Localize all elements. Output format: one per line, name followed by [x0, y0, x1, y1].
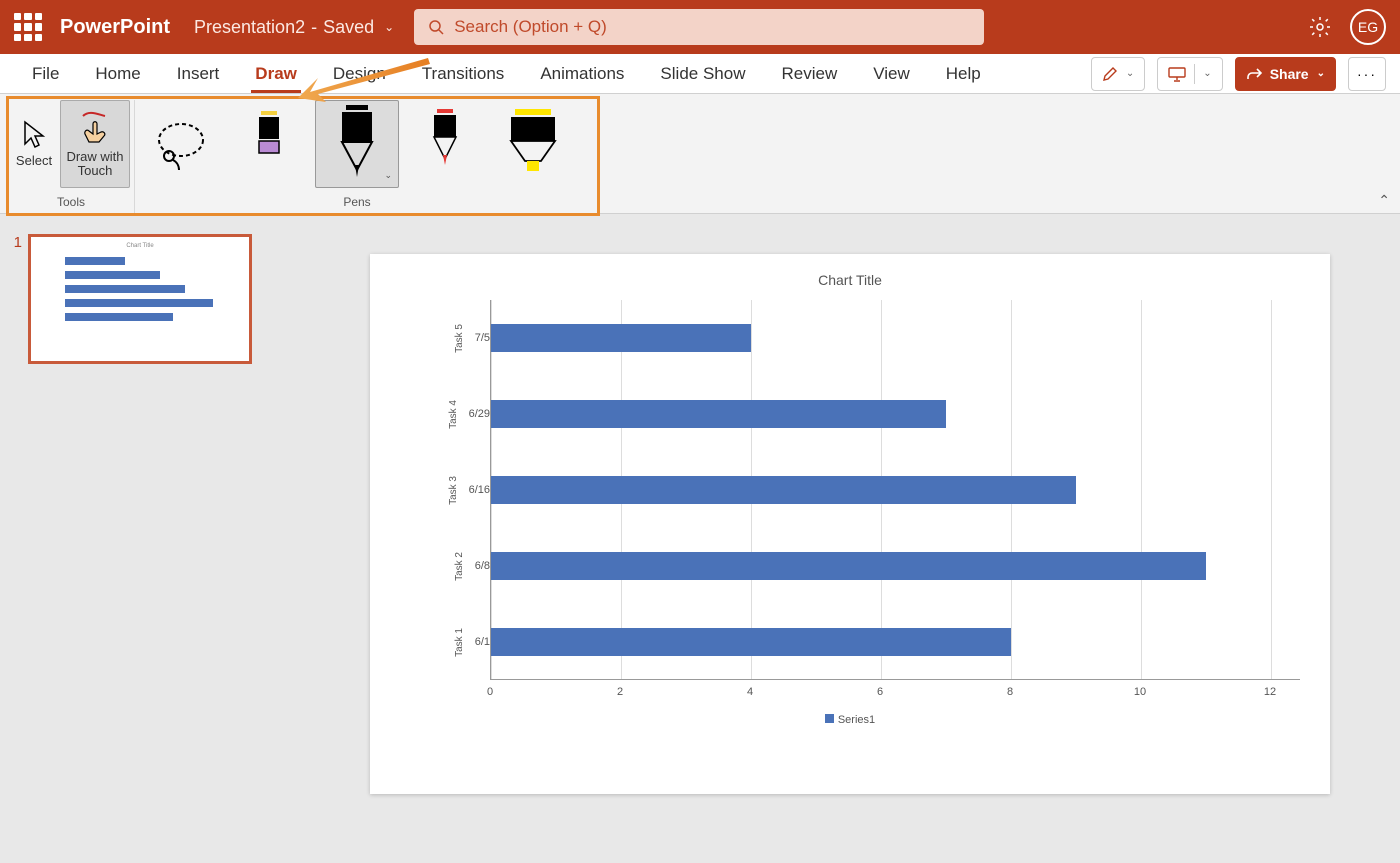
x-tick-label: 4	[747, 686, 753, 698]
slide-thumbnail-1[interactable]: Chart Title	[28, 234, 252, 364]
title-bar: PowerPoint Presentation2 - Saved ⌄ Searc…	[0, 0, 1400, 54]
chevron-down-icon: ⌄	[384, 170, 392, 181]
y-category-label: Task 16/1	[400, 613, 490, 671]
workspace: 1 Chart Title Chart Title Task 57/5Task …	[0, 214, 1400, 863]
more-button[interactable]: ···	[1348, 57, 1386, 91]
pen-purple-button[interactable]	[227, 100, 311, 188]
highlighter-yellow-button[interactable]	[491, 100, 575, 188]
draw-with-touch-button[interactable]: Draw with Touch	[60, 100, 130, 188]
x-tick-label: 0	[487, 686, 493, 698]
pen-icon	[251, 109, 287, 179]
x-tick-label: 10	[1134, 686, 1146, 698]
slide-canvas-area[interactable]: Chart Title Task 57/5 Task 46/29 Task 36/1…	[300, 214, 1400, 863]
chevron-down-icon: ⌄	[1317, 68, 1325, 79]
tab-animations[interactable]: Animations	[522, 54, 642, 93]
app-name: PowerPoint	[60, 16, 170, 39]
search-input[interactable]: Search (Option + Q)	[414, 9, 984, 45]
select-tool-button[interactable]: Select	[12, 100, 56, 188]
pencil-icon	[1102, 66, 1118, 82]
ellipsis-icon: ···	[1357, 66, 1377, 82]
tab-draw[interactable]: Draw	[237, 54, 315, 93]
pen-icon	[334, 105, 380, 183]
slide[interactable]: Chart Title Task 57/5 Task 46/29 Task 36/1…	[370, 254, 1330, 794]
chart-title: Chart Title	[400, 272, 1300, 288]
thumb-number: 1	[10, 234, 22, 364]
chevron-down-icon: ⌄	[1203, 68, 1211, 79]
collapse-ribbon-button[interactable]: ⌃	[1378, 192, 1390, 209]
group-label-pens: Pens	[343, 195, 370, 213]
tab-view[interactable]: View	[855, 54, 928, 93]
tab-insert[interactable]: Insert	[159, 54, 238, 93]
editing-mode-button[interactable]: ⌄	[1091, 57, 1145, 91]
x-tick-label: 12	[1264, 686, 1276, 698]
lasso-select-button[interactable]	[139, 100, 223, 188]
chart-bar	[491, 400, 946, 428]
y-category-label: Task 57/5	[400, 309, 490, 367]
lasso-icon	[153, 116, 209, 172]
chart-bar	[491, 552, 1206, 580]
chart-legend: Series1	[400, 714, 1300, 726]
pen-red-button[interactable]	[403, 100, 487, 188]
x-tick-label: 2	[617, 686, 623, 698]
touch-icon	[75, 110, 115, 146]
tab-design[interactable]: Design	[315, 54, 404, 93]
app-launcher-icon[interactable]	[14, 13, 42, 41]
cursor-icon	[21, 120, 47, 150]
ribbon: Select Draw with Touch Tools ⌄	[0, 94, 1400, 214]
pen-icon	[428, 109, 462, 179]
presenter-icon	[1168, 66, 1186, 82]
chart-bar	[491, 324, 751, 352]
share-icon	[1246, 66, 1262, 82]
share-button[interactable]: Share ⌄	[1235, 57, 1336, 91]
x-tick-label: 6	[877, 686, 883, 698]
y-category-label: Task 46/29	[400, 385, 490, 443]
chevron-down-icon: ⌄	[1126, 68, 1134, 79]
ribbon-group-tools: Select Draw with Touch Tools	[8, 100, 135, 213]
avatar[interactable]: EG	[1350, 9, 1386, 45]
x-tick-label: 8	[1007, 686, 1013, 698]
doc-status[interactable]: Presentation2 - Saved ⌄	[194, 17, 414, 38]
tab-transitions[interactable]: Transitions	[404, 54, 523, 93]
y-category-label: Task 36/16	[400, 461, 490, 519]
chevron-down-icon: ⌄	[384, 20, 394, 34]
tab-help[interactable]: Help	[928, 54, 999, 93]
highlighter-icon	[505, 109, 561, 179]
chart-bar	[491, 628, 1011, 656]
gridline	[1141, 300, 1142, 679]
chart-bar	[491, 476, 1076, 504]
search-icon	[428, 19, 444, 35]
tab-slideshow[interactable]: Slide Show	[642, 54, 763, 93]
tab-file[interactable]: File	[14, 54, 77, 93]
gridline	[1271, 300, 1272, 679]
tab-home[interactable]: Home	[77, 54, 158, 93]
gear-icon[interactable]	[1308, 15, 1332, 39]
group-label-tools: Tools	[57, 195, 85, 213]
pen-black-button[interactable]: ⌄	[315, 100, 399, 188]
y-category-label: Task 26/8	[400, 537, 490, 595]
slide-thumbnails-panel: 1 Chart Title	[0, 214, 300, 863]
present-button[interactable]: ⌄	[1157, 57, 1222, 91]
chart: Task 57/5 Task 46/29 Task 36/16 Task 26/8 Ta…	[400, 300, 1300, 680]
ribbon-group-pens: ⌄ Pens	[135, 100, 579, 213]
ribbon-tabs: File Home Insert Draw Design Transitions…	[0, 54, 1400, 94]
tab-review[interactable]: Review	[763, 54, 855, 93]
